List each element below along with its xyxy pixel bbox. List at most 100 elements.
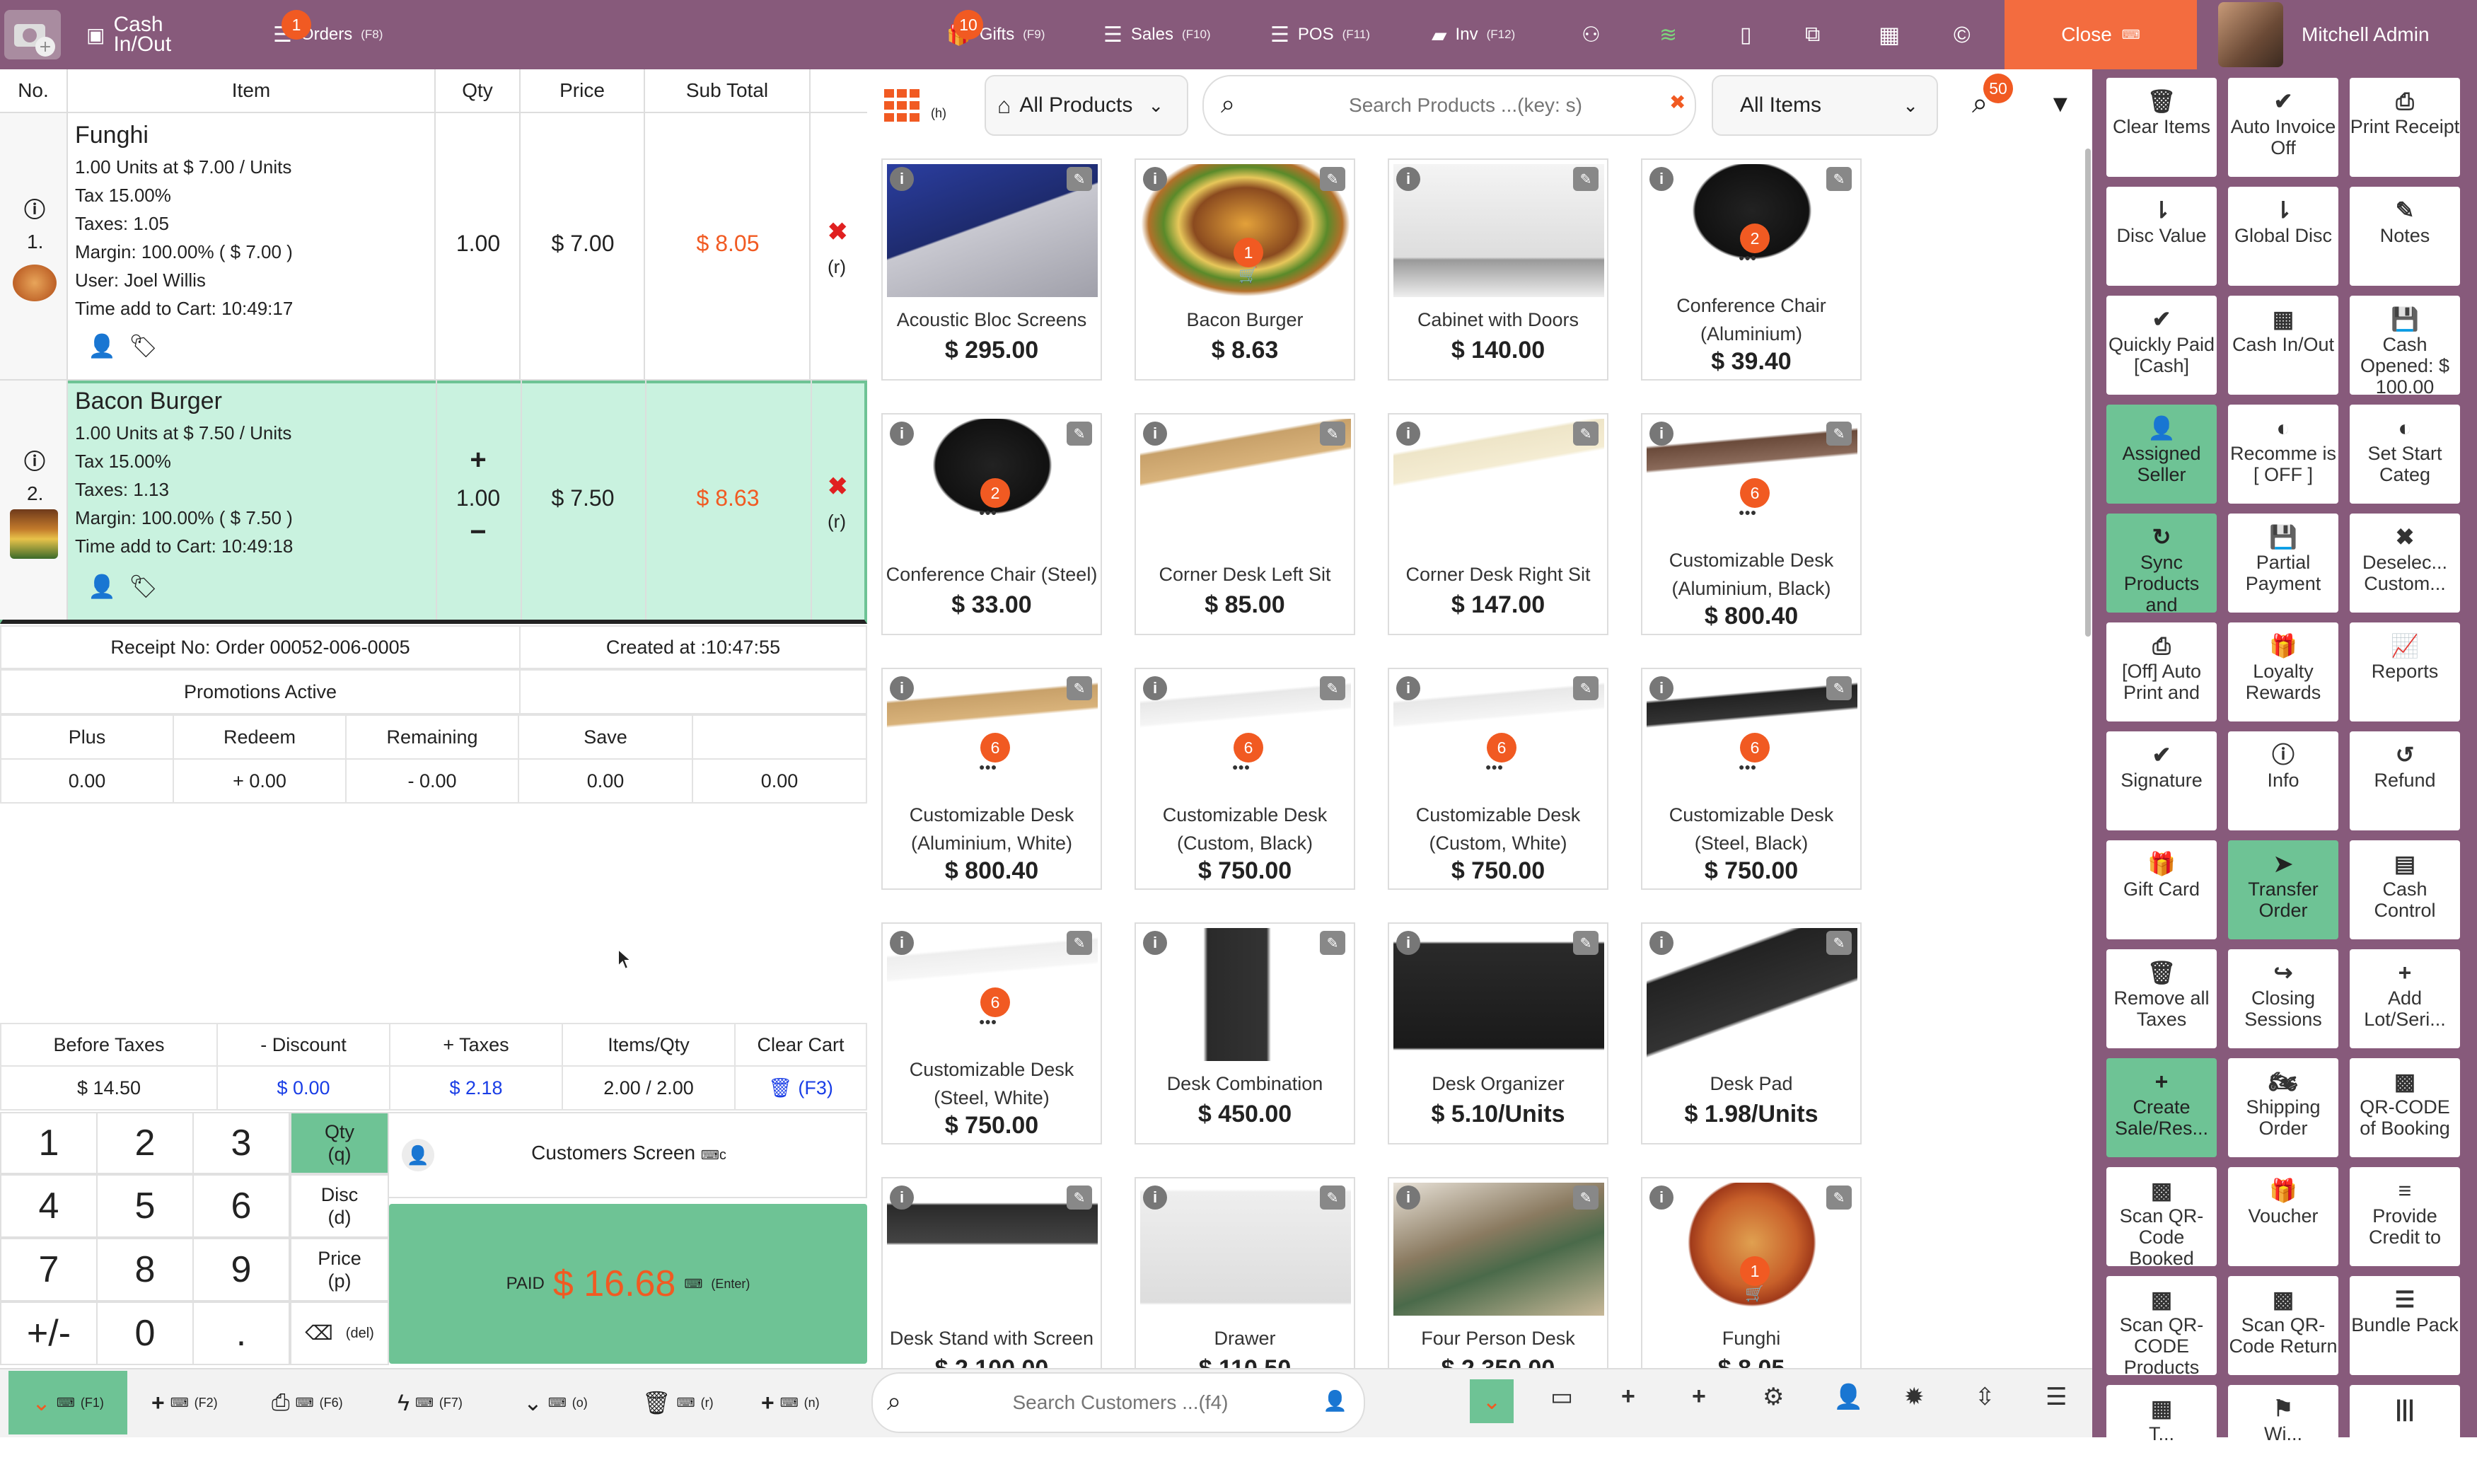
grid-view-icon[interactable] [884,89,921,122]
mobile-icon[interactable]: ▯ [1740,0,1752,69]
line-qty[interactable]: 1.00 [436,485,521,511]
action-button[interactable]: 💾 Partial Payment [2228,514,2338,613]
edit-icon[interactable]: ✎ [1320,167,1345,191]
filter-icon[interactable]: ▼ [2048,91,2072,118]
edit-icon[interactable]: ✎ [1320,931,1345,955]
apps-grid-icon[interactable]: ▦ [1879,0,1900,69]
action-button[interactable]: ◐ Recomme is [ OFF ] [2228,405,2338,504]
edit-icon[interactable]: ✎ [1067,931,1092,955]
price-mode-button[interactable]: Price (p) [290,1238,389,1302]
info-icon[interactable]: i [1649,931,1673,955]
product-card[interactable]: i ✎ Corner Desk Left Sit $ 85.00 [1135,413,1355,635]
action-button[interactable]: 🎁 Voucher [2228,1167,2338,1266]
action-button[interactable]: 📈 Reports [2350,622,2460,721]
numpad-key-3[interactable]: 3 [192,1112,290,1174]
laptop-icon[interactable]: ▭ [1550,1383,1573,1411]
qty-decrease-button[interactable]: − [436,516,521,548]
product-card[interactable]: i ✎ Cabinet with Doors $ 140.00 [1388,158,1608,381]
edit-icon[interactable]: ✎ [1067,422,1092,446]
info-icon[interactable]: i [1396,422,1420,446]
product-search-input[interactable] [1267,89,1664,122]
add-customer-icon[interactable]: 👤 [1323,1389,1347,1413]
summary-discount[interactable]: $ 0.00 [216,1065,390,1111]
action-button[interactable]: ◐ Set Start Categ [2350,405,2460,504]
action-button[interactable]: ✔ Quickly Paid [Cash] [2106,296,2217,395]
print-button[interactable]: ⎙ ⌨ (F6) [272,1368,343,1437]
numpad-key-4[interactable]: 4 [0,1174,98,1238]
action-button[interactable]: 🏍 Shipping Order [2228,1058,2338,1157]
edit-icon[interactable]: ✎ [1573,931,1599,955]
info-icon[interactable]: i [1396,1186,1420,1210]
summary-taxes[interactable]: $ 2.18 [389,1065,563,1111]
edit-icon[interactable]: ✎ [1067,167,1092,191]
gear-icon[interactable]: ⚙ [1763,1383,1784,1411]
line-price[interactable]: $ 7.00 [521,231,645,257]
expand-button[interactable]: ⌄ [1470,1379,1514,1423]
edit-icon[interactable]: ✎ [1573,676,1599,700]
action-button[interactable]: ✔ Signature [2106,731,2217,830]
disc-mode-button[interactable]: Disc (d) [290,1174,389,1238]
remove-line-icon[interactable]: ✖ [828,218,848,246]
action-button[interactable]: ✖ Deselec... Custom... [2350,514,2460,613]
numpad-key-dot[interactable]: . [192,1302,290,1365]
action-button[interactable]: ↺ Refund [2350,731,2460,830]
product-card[interactable]: i ✎ Customizable Desk (Steel, Black) $ 750.… [1641,668,1862,890]
edit-icon[interactable]: ✎ [1067,676,1092,700]
edit-icon[interactable]: ✎ [1320,1186,1345,1210]
action-button[interactable]: ▦ T... [2106,1385,2217,1484]
collapse-orders-button[interactable]: ⌄ ⌨ (o) [523,1368,588,1437]
edit-icon[interactable]: ✎ [1573,167,1599,191]
action-button[interactable]: + Create Sale/Res... [2106,1058,2217,1157]
product-card[interactable]: i ✎ Customizable Desk (Steel, White) $ 750.… [881,922,1102,1144]
action-button[interactable]: ✔ Auto Invoice Off [2228,78,2338,177]
numpad-key-7[interactable]: 7 [0,1238,98,1302]
plus-icon[interactable]: + [1692,1383,1706,1410]
info-icon[interactable]: i [890,167,914,191]
action-button[interactable]: 🎁 Gift Card [2106,840,2217,939]
edit-icon[interactable]: ✎ [1826,931,1852,955]
items-filter-dropdown[interactable]: All Items ⌄ [1712,75,1938,136]
product-card[interactable]: i ✎ Customizable Desk (Custom, White) $ 750… [1388,668,1608,890]
action-button[interactable]: ▩ QR-CODE of Booking [2350,1058,2460,1157]
product-card[interactable]: i ✎ Customizable Desk (Custom, Black) $ 750… [1135,668,1355,890]
tags-icon[interactable]: 🏷 [129,573,158,600]
action-button[interactable]: ⓘ Info [2228,731,2338,830]
info-icon[interactable]: i [1396,676,1420,700]
collapse-button[interactable]: ⌄ ⌨ (F1) [8,1371,127,1434]
user-icon[interactable]: 👤 [88,332,116,359]
qty-increase-button[interactable]: + [436,444,521,476]
info-icon[interactable]: i [890,931,914,955]
edit-icon[interactable]: ✎ [1067,1186,1092,1210]
action-button[interactable]: ▩ Scan QR-CODE Products [2106,1276,2217,1375]
edit-icon[interactable]: ✎ [1826,1186,1852,1210]
pos-button[interactable]: ☰ POS (F11) [1270,0,1370,69]
info-icon[interactable]: i [1143,931,1167,955]
action-button[interactable]: ||| [2350,1385,2460,1484]
action-button[interactable]: 🗑 Remove all Taxes [2106,949,2217,1048]
edit-icon[interactable]: ✎ [1826,676,1852,700]
info-icon[interactable]: i [1143,676,1167,700]
product-card[interactable]: i ✎ Customizable Desk (Aluminium, Black) $ … [1641,413,1862,635]
product-card[interactable]: i ✎ Desk Combination $ 450.00 [1135,922,1355,1144]
tags-icon[interactable]: 🏷 [129,332,158,359]
info-icon[interactable]: i [1143,422,1167,446]
product-card[interactable]: i ✎ Four Person Desk $ 2,350.00 [1388,1177,1608,1368]
product-card[interactable]: i ✎ Acoustic Bloc Screens $ 295.00 [881,158,1102,381]
product-card[interactable]: i ✎ Corner Desk Right Sit $ 147.00 [1388,413,1608,635]
clear-cart-button[interactable]: 🗑 (F3) [734,1065,867,1111]
edit-icon[interactable]: ✎ [1320,422,1345,446]
action-button[interactable]: ≡ Provide Credit to [2350,1167,2460,1266]
numpad-key-5[interactable]: 5 [96,1174,194,1238]
info-icon[interactable]: ⓘ [24,192,45,224]
info-icon[interactable]: i [1143,167,1167,191]
info-icon[interactable]: ⓘ [24,444,45,475]
edit-icon[interactable]: ✎ [1573,1186,1599,1210]
copyright-icon[interactable]: © [1954,0,1971,69]
numpad-key-9[interactable]: 9 [192,1238,290,1302]
action-button[interactable]: ▩ Scan QR-Code Return [2228,1276,2338,1375]
info-icon[interactable]: i [1649,1186,1673,1210]
edit-icon[interactable]: ✎ [1826,167,1852,191]
info-icon[interactable]: i [1143,1186,1167,1210]
user-icon[interactable]: 👤 [1833,1383,1863,1411]
line-qty[interactable]: 1.00 [436,231,521,257]
